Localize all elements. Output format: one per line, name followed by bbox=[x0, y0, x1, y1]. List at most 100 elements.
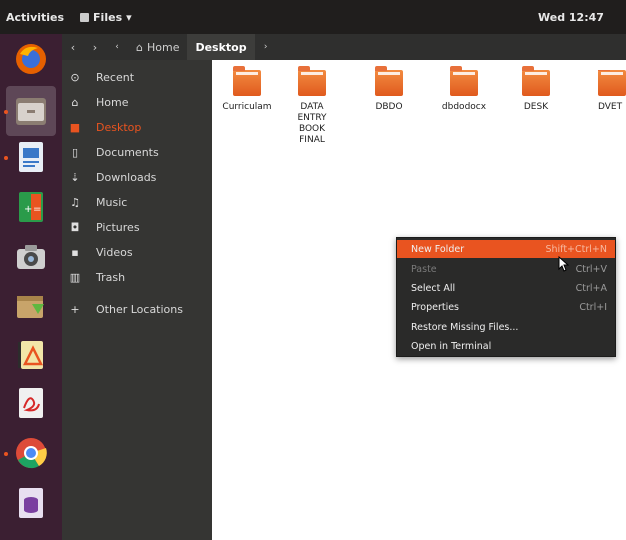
menu-item-label: Select All bbox=[411, 282, 456, 294]
menu-item-paste[interactable]: Paste Ctrl+V bbox=[397, 260, 615, 278]
folder-icon bbox=[233, 66, 261, 96]
top-bar: Activities Files ▾ Wed 12:47 bbox=[0, 0, 626, 34]
folder-icon bbox=[375, 66, 403, 96]
menu-item-label: Restore Missing Files... bbox=[411, 321, 519, 333]
draw-icon bbox=[18, 341, 44, 369]
dock-firefox[interactable] bbox=[12, 40, 50, 78]
folder-name: DVET bbox=[598, 102, 623, 112]
home-icon: ⌂ bbox=[71, 95, 79, 109]
menu-item-shortcut: Ctrl+I bbox=[579, 301, 607, 313]
folder-item[interactable]: DESK bbox=[504, 66, 568, 112]
forward-button[interactable]: › bbox=[84, 41, 106, 54]
breadcrumb-current-label: Desktop bbox=[195, 40, 247, 54]
pdf-reader-icon bbox=[19, 388, 43, 418]
folder-name: DATA ENTRY BOOK FINAL bbox=[297, 102, 327, 145]
clock[interactable]: Wed 12:47 bbox=[538, 11, 604, 24]
folder-name: DBDO bbox=[375, 102, 403, 112]
sidebar-item-trash[interactable]: ▥ Trash bbox=[62, 266, 212, 288]
music-icon: ♫ bbox=[70, 195, 80, 209]
plus-icon: + bbox=[70, 302, 80, 316]
running-indicator bbox=[4, 452, 8, 456]
context-menu: New Folder Shift+Ctrl+N Paste Ctrl+V Sel… bbox=[396, 237, 616, 357]
dock-writer[interactable] bbox=[12, 138, 50, 176]
sidebar-item-videos[interactable]: ▪ Videos bbox=[62, 241, 212, 263]
trash-icon: ▥ bbox=[69, 270, 81, 284]
breadcrumb-home-label: Home bbox=[146, 40, 180, 54]
chevron-down-icon: ▾ bbox=[126, 10, 132, 24]
sidebar-item-label: Desktop bbox=[96, 120, 142, 134]
back-button[interactable]: ‹ bbox=[62, 41, 84, 54]
sidebar-item-recent[interactable]: ⊙ Recent bbox=[62, 66, 212, 88]
files-app-icon bbox=[80, 12, 90, 22]
dock-calc[interactable]: + = bbox=[12, 188, 50, 226]
document-icon: ▯ bbox=[71, 145, 79, 159]
app-name: Files bbox=[93, 10, 123, 24]
dock-draw[interactable] bbox=[12, 336, 50, 374]
sidebar-item-label: Videos bbox=[96, 245, 133, 259]
menu-item-restore-missing-files[interactable]: Restore Missing Files... bbox=[397, 318, 615, 336]
clock-icon: ⊙ bbox=[70, 70, 80, 84]
sidebar-item-music[interactable]: ♫ Music bbox=[62, 191, 212, 213]
sidebar-item-documents[interactable]: ▯ Documents bbox=[62, 141, 212, 163]
menu-item-shortcut: Shift+Ctrl+N bbox=[545, 243, 607, 255]
camera-icon: ◘ bbox=[70, 220, 80, 234]
path-right-button[interactable]: › bbox=[255, 42, 277, 52]
breadcrumb-desktop[interactable]: Desktop bbox=[187, 34, 255, 60]
folder-name: dbdodocx bbox=[441, 102, 487, 112]
folder-item[interactable]: DVET bbox=[584, 70, 626, 112]
folder-icon bbox=[450, 66, 478, 96]
dock-pdf[interactable] bbox=[12, 384, 50, 422]
folder-item[interactable]: DATA ENTRY BOOK FINAL bbox=[282, 66, 342, 146]
calc-icon: + = bbox=[19, 192, 43, 222]
dock-chrome[interactable] bbox=[12, 434, 50, 472]
sidebar-item-label: Home bbox=[96, 95, 129, 109]
running-indicator bbox=[4, 110, 8, 114]
sidebar-item-other-locations[interactable]: + Other Locations bbox=[62, 298, 212, 320]
forward-arrow-icon: › bbox=[92, 40, 98, 54]
folder-item[interactable]: dbdodocx bbox=[429, 66, 499, 112]
sidebar-item-label: Documents bbox=[96, 145, 159, 159]
menu-item-shortcut: Ctrl+A bbox=[575, 282, 607, 294]
base-icon bbox=[19, 488, 43, 518]
path-left-button[interactable]: ‹ bbox=[106, 42, 128, 52]
svg-text:+: + bbox=[24, 204, 32, 215]
desktop-folder-icon: ■ bbox=[69, 120, 81, 134]
sidebar-item-label: Pictures bbox=[96, 220, 140, 234]
video-icon: ▪ bbox=[71, 245, 79, 259]
sidebar-item-label: Downloads bbox=[96, 170, 157, 184]
activities-button[interactable]: Activities bbox=[6, 11, 64, 24]
header-bar: ‹ › ‹ ⌂ Home Desktop › bbox=[62, 34, 626, 60]
dock-camera[interactable] bbox=[12, 238, 50, 276]
download-icon: ⇣ bbox=[70, 170, 80, 184]
folder-name: DESK bbox=[523, 102, 549, 112]
sidebar-item-label: Other Locations bbox=[96, 302, 183, 316]
running-indicator bbox=[4, 156, 8, 160]
menu-item-properties[interactable]: Properties Ctrl+I bbox=[397, 298, 615, 316]
menu-item-label: Paste bbox=[411, 263, 437, 275]
sidebar-item-desktop[interactable]: ■ Desktop bbox=[62, 116, 212, 138]
menu-item-label: New Folder bbox=[411, 243, 465, 255]
menu-item-open-in-terminal[interactable]: Open in Terminal bbox=[397, 337, 615, 355]
back-arrow-icon: ‹ bbox=[70, 40, 76, 54]
files-icon bbox=[16, 98, 46, 125]
sidebar-item-label: Recent bbox=[96, 70, 135, 84]
app-menu[interactable]: Files ▾ bbox=[80, 11, 132, 24]
software-install-icon bbox=[17, 296, 44, 318]
chevron-right-icon: › bbox=[263, 42, 268, 52]
dock-software[interactable] bbox=[12, 288, 50, 326]
sidebar-item-home[interactable]: ⌂ Home bbox=[62, 91, 212, 113]
folder-icon bbox=[298, 66, 326, 96]
sidebar-item-downloads[interactable]: ⇣ Downloads bbox=[62, 166, 212, 188]
sidebar: ⊙ Recent ⌂ Home ■ Desktop ▯ Documents ⇣ … bbox=[62, 60, 212, 540]
dock-files[interactable] bbox=[6, 86, 56, 136]
menu-item-label: Properties bbox=[411, 301, 460, 313]
menu-item-select-all[interactable]: Select All Ctrl+A bbox=[397, 279, 615, 297]
folder-item[interactable]: Curriculam bbox=[212, 66, 282, 112]
menu-item-new-folder[interactable]: New Folder Shift+Ctrl+N bbox=[397, 240, 615, 258]
sidebar-item-pictures[interactable]: ◘ Pictures bbox=[62, 216, 212, 238]
dock-base[interactable] bbox=[12, 484, 50, 522]
writer-icon bbox=[19, 142, 43, 172]
folder-item[interactable]: DBDO bbox=[354, 66, 424, 112]
breadcrumb-home[interactable]: ⌂ Home bbox=[128, 34, 187, 60]
menu-item-label: Open in Terminal bbox=[411, 340, 492, 352]
